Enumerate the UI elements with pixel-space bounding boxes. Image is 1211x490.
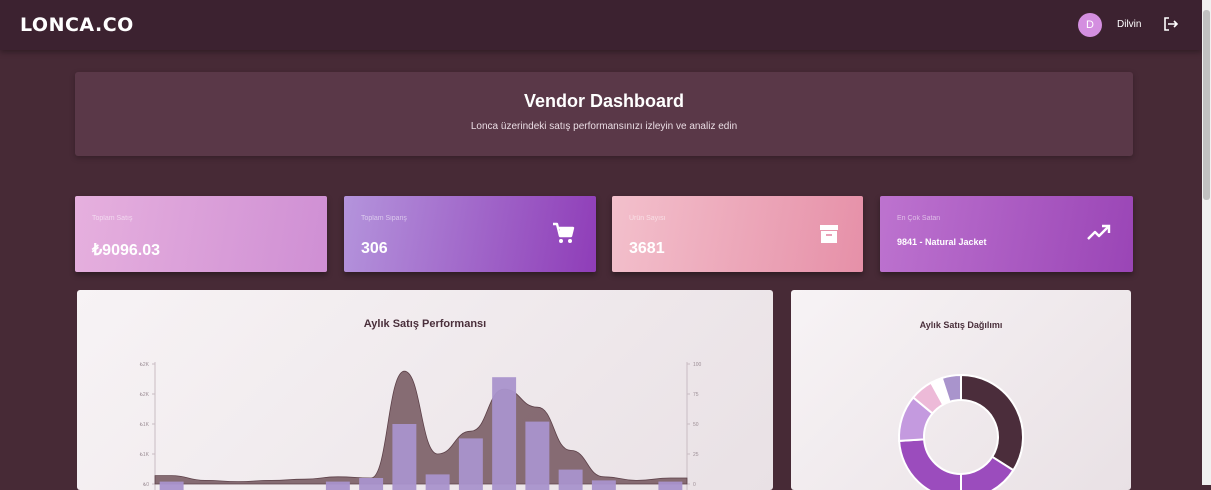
page-title: Vendor Dashboard [523,91,685,111]
monthly-sales-chart: ₺0 ₺1K ₺1K ₺2K ₺2K 0 25 50 75 100 [140,362,702,490]
chart-bar [492,377,517,490]
y-right-tick-label: 75 [693,392,699,398]
logout-icon[interactable] [1159,12,1181,36]
cart-icon [550,220,576,251]
chart-bar [558,469,583,490]
y-left-tick-label: ₺2K [140,392,150,398]
stat-card-total-orders: Toplam Sipariş 306 [344,196,596,272]
stat-value: ₺9096.03 [92,242,161,259]
y-left-tick-label: ₺1K [140,452,150,458]
stat-label: Toplam Sipariş [361,215,407,222]
stat-value: 306 [361,240,388,257]
y-left-tick-label: ₺1K [140,422,150,428]
monthly-distribution-chart-card: Aylık Satış Dağılımı [791,290,1131,490]
page-subtitle: Lonca üzerindeki satış performansınızı i… [470,121,738,132]
stat-label: En Çok Satan [897,215,941,222]
chart-bar [325,481,350,490]
stat-card-best-seller: En Çok Satan 9841 - Natural Jacket [880,196,1133,272]
user-name[interactable]: Dilvin [1117,19,1141,30]
avatar[interactable]: D [1078,13,1102,37]
y-right-tick-label: 100 [693,362,702,368]
chart-bar [658,481,683,490]
page-scrollbar[interactable] [1202,0,1211,485]
y-right-tick-label: 0 [693,482,696,488]
stat-label: Ürün Sayısı [629,215,666,222]
stat-value: 3681 [629,240,665,257]
chart-bar [425,474,450,490]
dashboard-header: Vendor Dashboard Lonca üzerindeki satış … [75,72,1133,156]
chart-bar [159,481,184,490]
y-right-tick-label: 25 [693,452,699,458]
y-left-tick-label: ₺0 [143,482,149,488]
stat-card-total-sales: Toplam Satış ₺9096.03 $ [75,196,376,272]
stat-card-product-count: Ürün Sayısı 3681 [612,196,863,272]
scrollbar-thumb[interactable] [1203,10,1210,200]
stat-label: Toplam Satış [92,215,133,222]
chart-bar [591,480,616,490]
chart-bar [525,421,550,490]
trending-up-icon [1086,222,1112,247]
archive-icon [817,222,841,251]
monthly-sales-chart-card: Aylık Satış Performansı ₺0 ₺1K ₺1K ₺2K ₺2K 0 2… [77,290,773,490]
y-left-tick-label: ₺2K [140,362,150,368]
stat-value: 9841 - Natural Jacket [897,237,987,247]
top-navbar: LONCA.CO D Dilvin [0,0,1202,50]
chart-bar [359,478,384,490]
chart-bar [458,438,483,490]
donut-slice [898,438,962,490]
area-series [154,370,688,485]
app-logo[interactable]: LONCA.CO [20,14,134,36]
y-right-tick-label: 50 [693,422,699,428]
chart-bar [392,424,417,490]
monthly-distribution-chart [898,373,1024,490]
